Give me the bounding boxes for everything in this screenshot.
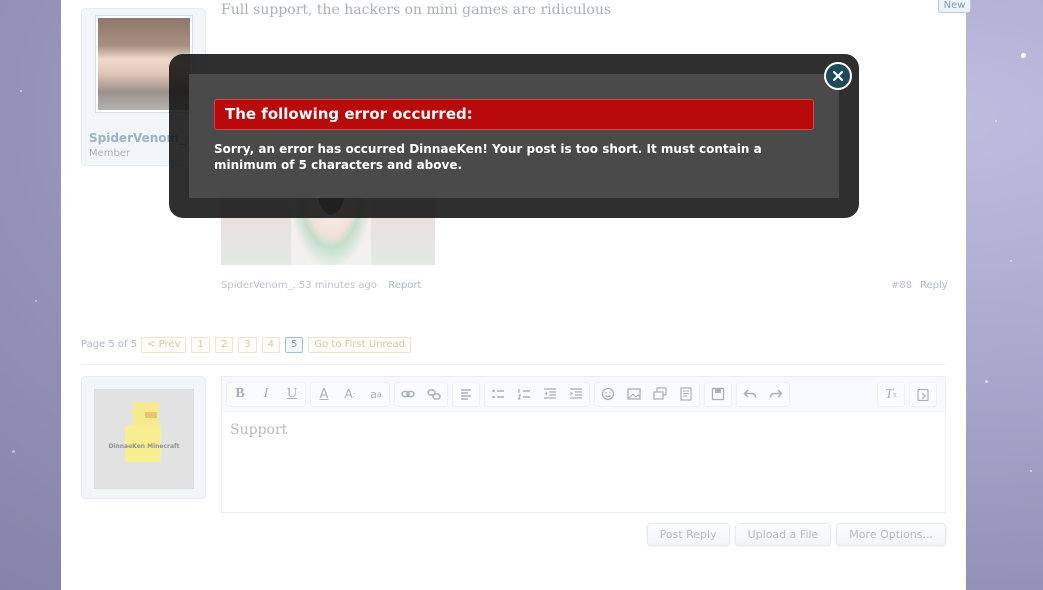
error-message: Sorry, an error has occurred DinnaeKen! … bbox=[214, 142, 762, 172]
error-title: The following error occurred: bbox=[214, 99, 814, 130]
error-modal-body: The following error occurred: Sorry, an … bbox=[189, 74, 839, 198]
error-modal: The following error occurred: Sorry, an … bbox=[169, 54, 859, 218]
close-icon[interactable] bbox=[824, 62, 852, 90]
